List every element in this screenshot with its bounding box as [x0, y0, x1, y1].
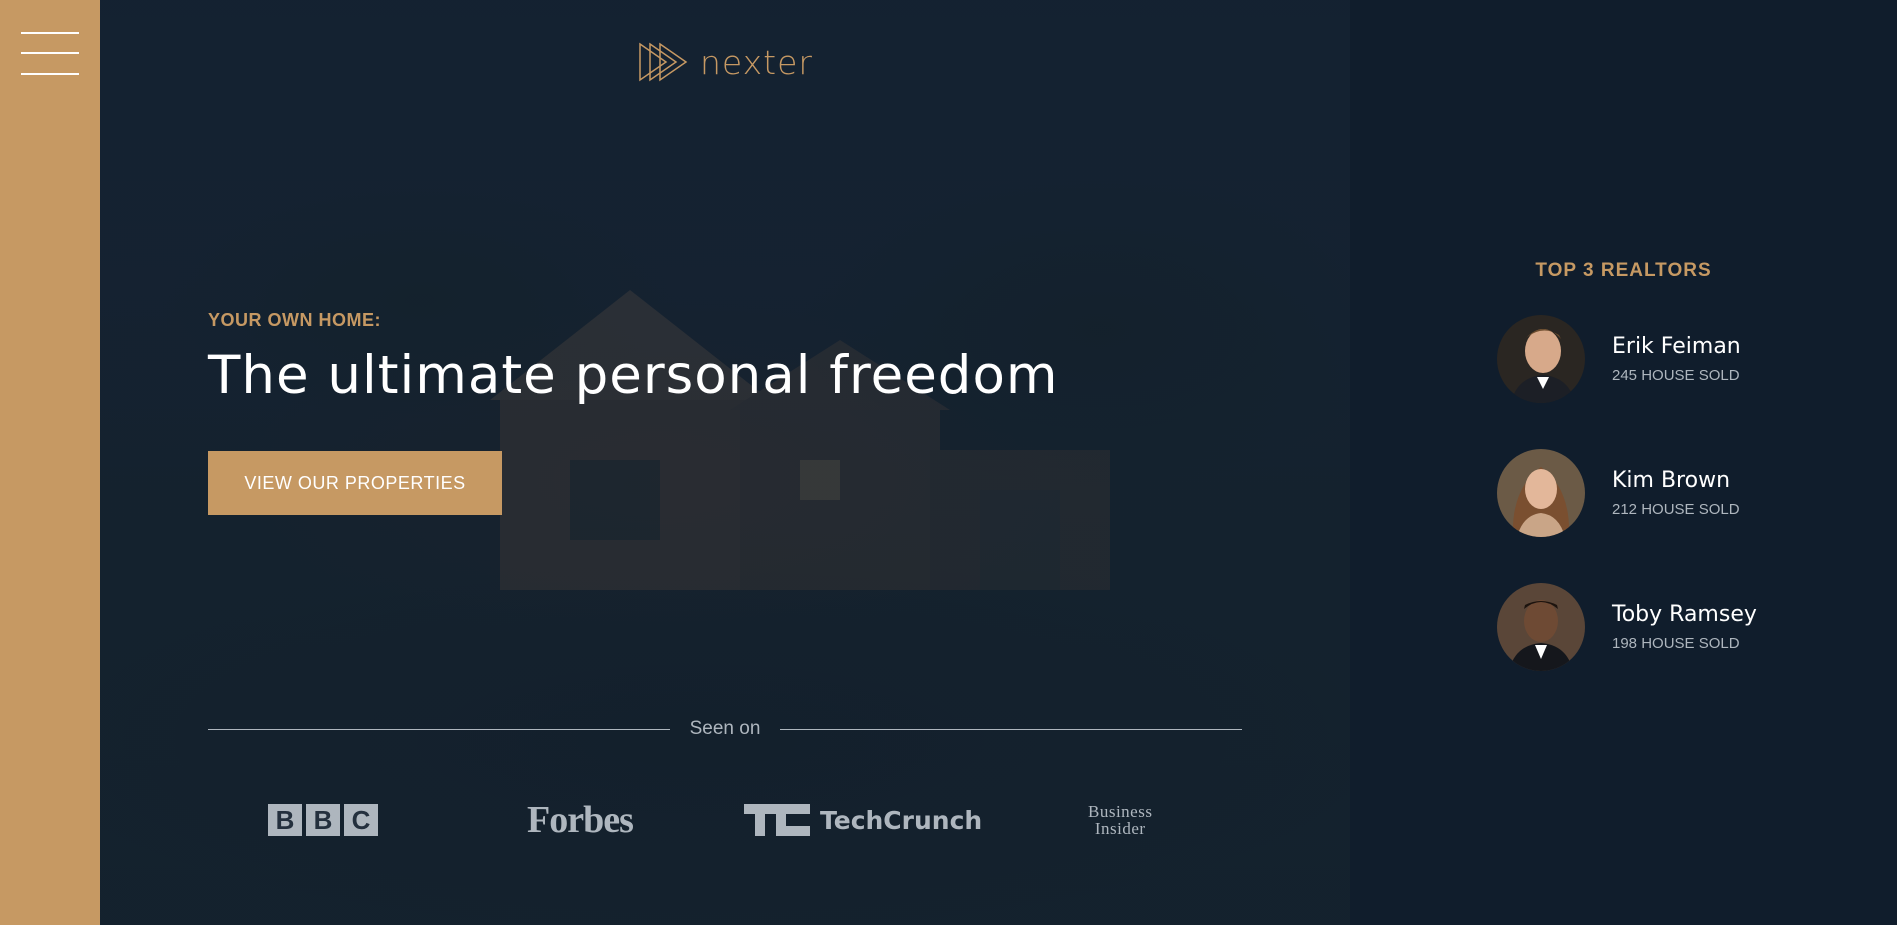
realtors-panel: TOP 3 REALTORS Erik Feiman 245 HOUSE SOL… — [1350, 0, 1897, 925]
realtor-houses-sold: 245 HOUSE SOLD — [1612, 367, 1740, 384]
triple-triangle-icon — [639, 42, 688, 82]
insider-line2: Insider — [1094, 819, 1146, 838]
business-insider-logo: Business Insider — [1088, 795, 1152, 845]
divider-line-left — [208, 728, 670, 730]
insider-line1: Business — [1088, 802, 1153, 821]
realtor-card[interactable]: Erik Feiman 245 HOUSE SOLD — [1497, 314, 1741, 404]
realtor-card[interactable]: Toby Ramsey 198 HOUSE SOLD — [1497, 582, 1757, 672]
bbc-letter: B — [268, 804, 302, 836]
bbc-logo: B B C — [268, 795, 378, 845]
avatar — [1497, 315, 1585, 403]
menu-line — [21, 32, 79, 34]
hero-header: nexter YOUR OWN HOME: The ultimate perso… — [100, 0, 1350, 925]
techcrunch-text: TechCrunch — [820, 805, 983, 835]
forbes-logo: Forbes — [527, 799, 634, 841]
sidebar — [0, 0, 100, 925]
hero-title: The ultimate personal freedom — [208, 345, 1059, 406]
press-logos: B B C Forbes TechCrunch Business Insider — [208, 795, 1242, 845]
hero-subtitle: YOUR OWN HOME: — [208, 310, 381, 330]
realtor-name: Erik Feiman — [1612, 334, 1741, 359]
view-properties-button[interactable]: VIEW OUR PROPERTIES — [208, 451, 502, 515]
realtor-name: Toby Ramsey — [1612, 602, 1757, 627]
bbc-letter: C — [344, 804, 378, 836]
hamburger-menu-button[interactable] — [21, 29, 79, 77]
logo[interactable]: nexter — [638, 42, 813, 82]
seen-on-divider: Seen on — [208, 717, 1243, 741]
seen-on-label: Seen on — [689, 718, 761, 739]
techcrunch-mark-icon — [744, 804, 810, 836]
realtor-card[interactable]: Kim Brown 212 HOUSE SOLD — [1497, 448, 1740, 538]
realtor-houses-sold: 198 HOUSE SOLD — [1612, 635, 1740, 652]
bbc-letter: B — [306, 804, 340, 836]
realtor-info: Toby Ramsey 198 HOUSE SOLD — [1612, 602, 1757, 652]
avatar — [1497, 583, 1585, 671]
menu-line — [21, 73, 79, 75]
menu-line — [21, 52, 79, 54]
page: nexter YOUR OWN HOME: The ultimate perso… — [0, 0, 1897, 925]
logo-text: nexter — [700, 42, 813, 82]
realtors-heading: TOP 3 REALTORS — [1535, 260, 1712, 281]
realtor-name: Kim Brown — [1612, 468, 1731, 493]
techcrunch-logo: TechCrunch — [744, 795, 982, 845]
realtor-houses-sold: 212 HOUSE SOLD — [1612, 501, 1740, 518]
house-background-image — [490, 290, 1110, 590]
realtor-info: Erik Feiman 245 HOUSE SOLD — [1612, 334, 1741, 384]
realtor-info: Kim Brown 212 HOUSE SOLD — [1612, 468, 1740, 518]
avatar — [1497, 449, 1585, 537]
divider-line-right — [780, 728, 1243, 730]
